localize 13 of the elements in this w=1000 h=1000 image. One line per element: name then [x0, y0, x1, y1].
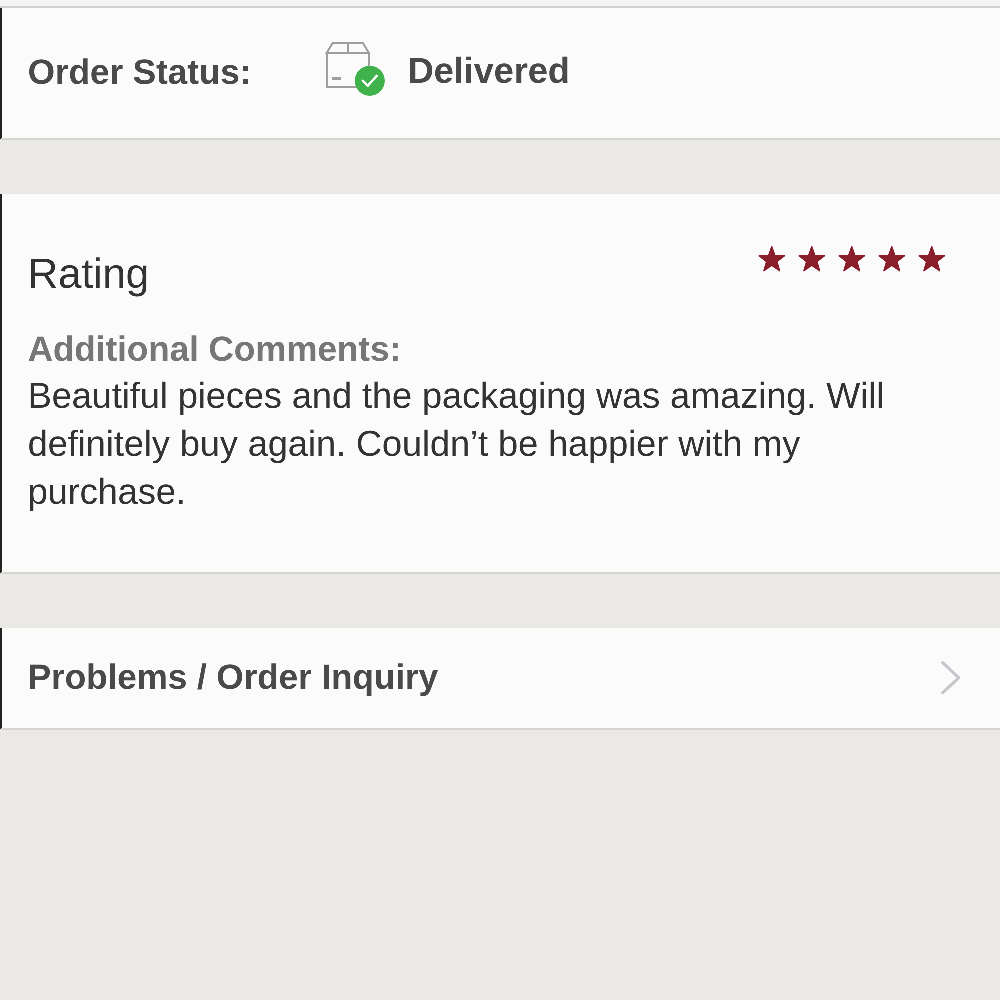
comments-label: Additional Comments:: [28, 330, 402, 370]
order-status-label: Order Status:: [28, 53, 253, 93]
star-icon: [838, 246, 866, 273]
order-status-value: Delivered: [408, 50, 570, 92]
star-icon: [918, 246, 946, 273]
star-icon: [758, 246, 786, 273]
star-icon: [798, 246, 826, 273]
rating-title: Rating: [28, 250, 150, 298]
comments-text: Beautiful pieces and the packaging was amazing. Will definitely buy again. Couldn’t be happier with my purchase.: [28, 374, 886, 514]
order-inquiry-link[interactable]: Problems / Order Inquiry: [0, 628, 1000, 730]
star-icon: [878, 246, 906, 273]
package-check-icon: [324, 41, 386, 97]
chevron-right-icon: [940, 660, 962, 696]
